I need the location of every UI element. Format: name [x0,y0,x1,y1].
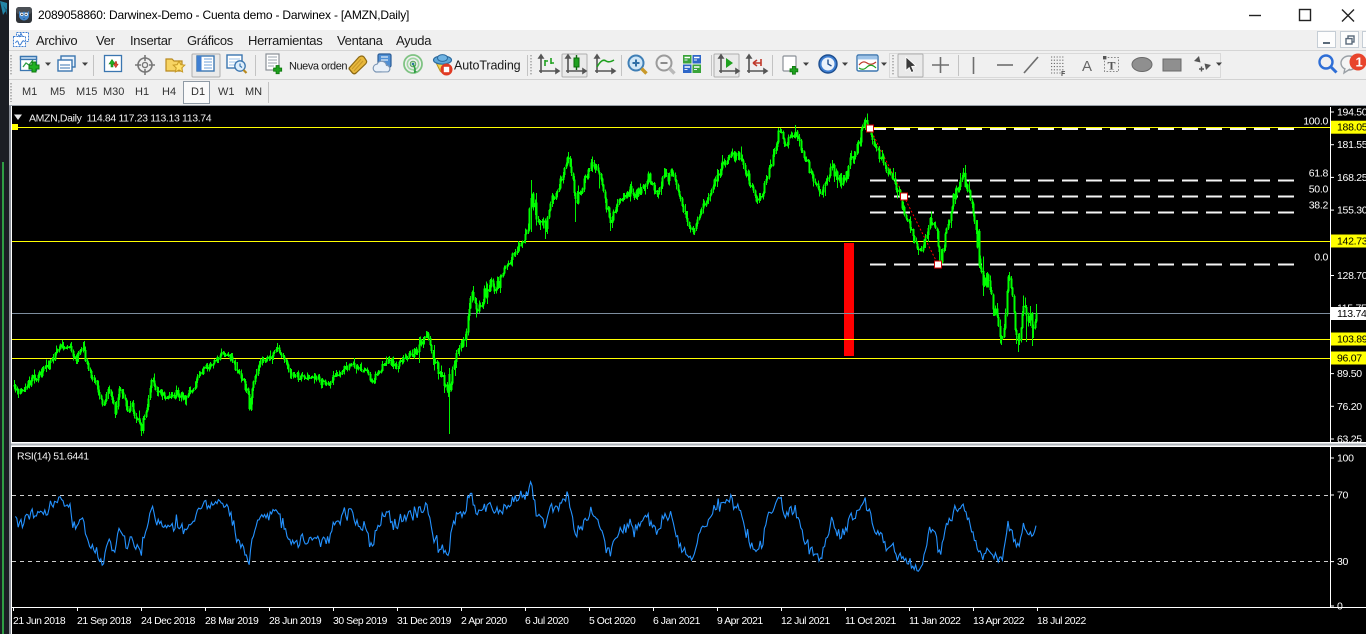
svg-text:63.25: 63.25 [1337,434,1362,446]
svg-text:194.50: 194.50 [1337,107,1366,119]
svg-text:5 Oct 2020: 5 Oct 2020 [589,616,636,627]
svg-text:T: T [1108,59,1116,73]
svg-text:2 Apr 2020: 2 Apr 2020 [461,616,507,627]
svg-text:28 Jun 2019: 28 Jun 2019 [269,616,322,627]
svg-text:18 Jul 2022: 18 Jul 2022 [1037,616,1086,627]
svg-text:AMZN,Daily 114.84 117.23 113.: AMZN,Daily 114.84 117.23 113.13 113.74 [29,113,212,125]
svg-text:9 Apr 2021: 9 Apr 2021 [717,616,763,627]
svg-text:12 Jul 2021: 12 Jul 2021 [781,616,830,627]
svg-text:31 Dec 2019: 31 Dec 2019 [397,616,452,627]
svg-text:188.05: 188.05 [1337,122,1366,134]
svg-text:Nueva orden: Nueva orden [289,61,347,73]
svg-text:RSI(14) 51.6441: RSI(14) 51.6441 [17,451,89,463]
svg-text:11 Oct 2021: 11 Oct 2021 [845,616,897,627]
svg-text:1: 1 [1356,55,1363,70]
svg-text:103.89: 103.89 [1337,334,1366,346]
svg-text:100: 100 [1337,453,1354,465]
svg-text:128.70: 128.70 [1337,270,1366,282]
svg-text:30 Sep 2019: 30 Sep 2019 [333,616,388,627]
svg-text:6 Jul 2020: 6 Jul 2020 [525,616,569,627]
svg-text:38.2: 38.2 [1309,200,1329,212]
svg-text:100.0: 100.0 [1303,116,1328,128]
svg-text:13 Apr 2022: 13 Apr 2022 [973,616,1025,627]
svg-text:F: F [1061,71,1066,78]
svg-text:0.0: 0.0 [1314,252,1328,264]
svg-text:76.20: 76.20 [1337,401,1362,413]
svg-text:21 Sep 2018: 21 Sep 2018 [77,616,132,627]
svg-text:11 Jan 2022: 11 Jan 2022 [909,616,961,627]
svg-text:155.30: 155.30 [1337,205,1366,217]
svg-text:96.07: 96.07 [1337,353,1362,365]
svg-text:24 Dec 2018: 24 Dec 2018 [141,616,196,627]
svg-text:AutoTrading: AutoTrading [454,59,521,73]
svg-text:A: A [1082,58,1092,75]
svg-text:0: 0 [1337,601,1343,613]
svg-text:142.73: 142.73 [1337,236,1366,248]
svg-text:181.55: 181.55 [1337,139,1366,151]
svg-text:61.8: 61.8 [1309,168,1329,180]
svg-text:50.0: 50.0 [1309,184,1329,196]
svg-text:6 Jan 2021: 6 Jan 2021 [653,616,701,627]
svg-text:30: 30 [1337,556,1349,568]
svg-text:113.74: 113.74 [1337,308,1366,320]
svg-text:70: 70 [1337,490,1349,502]
svg-text:168.25: 168.25 [1337,172,1366,184]
svg-text:28 Mar 2019: 28 Mar 2019 [205,616,259,627]
svg-text:89.50: 89.50 [1337,368,1362,380]
svg-text:21 Jun 2018: 21 Jun 2018 [13,616,66,627]
